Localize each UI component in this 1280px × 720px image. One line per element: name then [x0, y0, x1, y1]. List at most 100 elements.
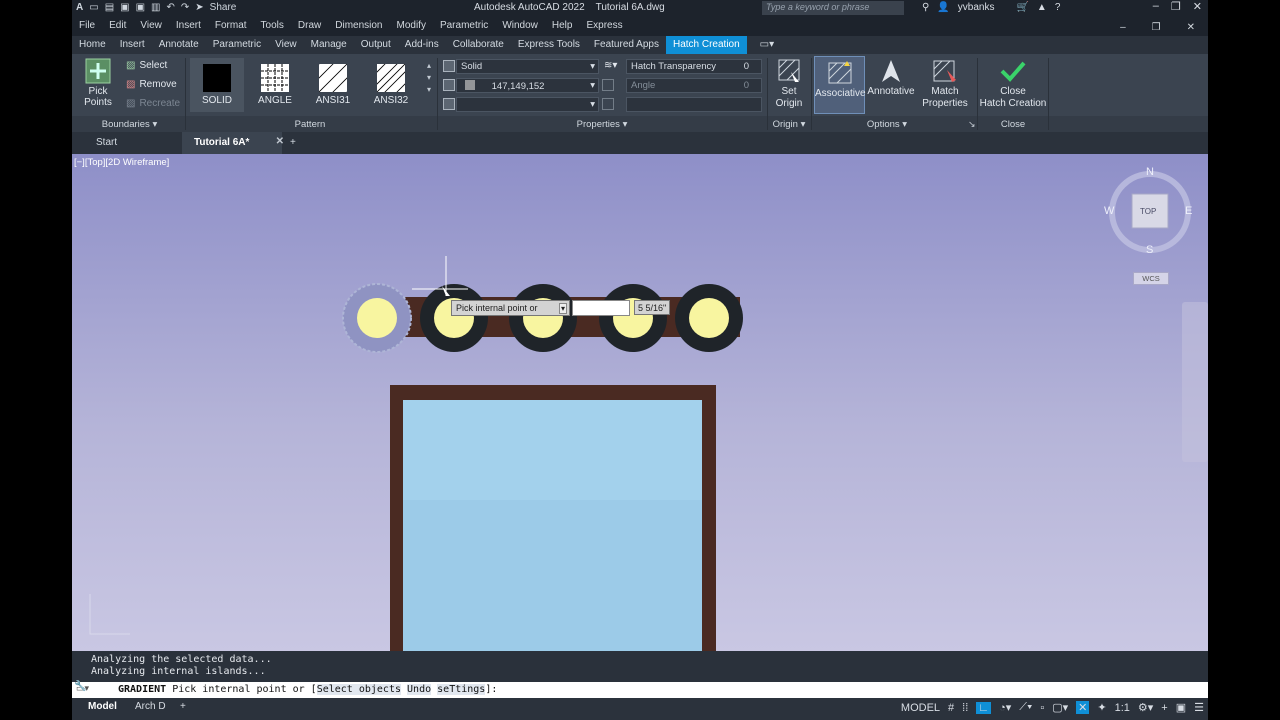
pattern-ansi31[interactable]: ANSI31 — [306, 58, 360, 112]
grid-icon[interactable]: # — [948, 702, 954, 714]
autocad-logo-icon[interactable]: A — [76, 2, 83, 13]
settings-icon[interactable]: ⚙▾ — [1138, 701, 1153, 714]
ribbon-options-icon[interactable]: ▭▾ — [753, 36, 781, 54]
viewcube-west[interactable]: W — [1104, 205, 1114, 217]
tab-output[interactable]: Output — [354, 36, 398, 54]
options-launcher-icon[interactable]: ↘ — [968, 119, 976, 130]
tab-add-ins[interactable]: Add-ins — [398, 36, 446, 54]
snap-icon[interactable]: ⁞⁞ — [962, 702, 968, 714]
search-input[interactable]: Type a keyword or phrase — [762, 1, 904, 15]
panel-title-boundaries[interactable]: Boundaries ▾ — [82, 119, 177, 130]
menu-draw[interactable]: Draw — [291, 17, 328, 36]
command-line-input[interactable]: GRADIENT Pick internal point or [Select … — [72, 682, 1208, 698]
triangle-icon[interactable]: ▲ — [1037, 2, 1047, 13]
option-select-objects[interactable]: Select objects — [316, 684, 401, 695]
tab-manage[interactable]: Manage — [304, 36, 354, 54]
close-hatch-creation-button[interactable]: Close Hatch Creation — [978, 58, 1048, 110]
annotation-visibility-icon[interactable]: ✦ — [1097, 701, 1106, 714]
set-origin-button[interactable]: Set Origin — [770, 58, 808, 110]
restore-icon[interactable]: ❐ — [1171, 0, 1181, 13]
plus-icon[interactable]: + — [1161, 702, 1167, 714]
tab-parametric[interactable]: Parametric — [206, 36, 268, 54]
tab-current-document[interactable]: Tutorial 6A* ✕ — [182, 132, 284, 154]
tab-home[interactable]: Home — [72, 36, 113, 54]
tab-annotate[interactable]: Annotate — [152, 36, 206, 54]
wrench-icon[interactable]: 🔧 — [74, 681, 86, 692]
background-color-dropdown[interactable]: ▾ — [456, 97, 599, 112]
match-properties-button[interactable]: Match Properties — [918, 58, 972, 110]
annotation-icon[interactable]: ✕ — [1076, 701, 1090, 714]
angle-field[interactable]: Angle 0 — [626, 78, 762, 93]
model-space-button[interactable]: MODEL — [901, 702, 940, 714]
save-as-icon[interactable]: ▣ — [136, 2, 145, 13]
circle-4[interactable] — [599, 284, 667, 352]
help-icon[interactable]: ? — [1055, 2, 1061, 13]
annotative-button[interactable]: Annotative — [866, 58, 916, 97]
dynamic-input-field[interactable] — [572, 300, 630, 316]
panel-title-properties[interactable]: Properties ▾ — [442, 119, 762, 130]
menu-express[interactable]: Express — [579, 17, 629, 36]
open-file-icon[interactable]: ▤ — [105, 2, 114, 13]
new-file-icon[interactable]: ▭ — [89, 2, 98, 13]
tab-view[interactable]: View — [268, 36, 304, 54]
doc-close-icon[interactable]: ✕ — [1180, 19, 1202, 36]
tab-model[interactable]: Model — [88, 701, 117, 712]
wcs-menu[interactable]: WCS — [1133, 272, 1169, 285]
doc-restore-icon[interactable]: ❐ — [1145, 19, 1168, 36]
menu-view[interactable]: View — [133, 17, 169, 36]
hatch-type-dropdown[interactable]: Solid ▾ — [456, 59, 599, 74]
option-undo[interactable]: Undo — [407, 684, 432, 695]
panel-title-options[interactable]: Options ▾ — [852, 119, 922, 130]
new-tab-icon[interactable]: + — [278, 132, 308, 154]
tab-collaborate[interactable]: Collaborate — [446, 36, 511, 54]
pattern-ansi32[interactable]: ANSI32 — [364, 58, 418, 112]
minimize-icon[interactable]: – — [1153, 0, 1159, 13]
user-name[interactable]: yvbanks — [958, 2, 995, 13]
close-icon[interactable]: ✕ — [1193, 0, 1202, 13]
cart-icon[interactable]: 🛒 — [1016, 2, 1028, 13]
pick-points-button[interactable]: Pick Points — [75, 58, 121, 108]
circle-1[interactable] — [342, 283, 412, 353]
tab-start[interactable]: Start — [84, 132, 129, 154]
panel-title-origin[interactable]: Origin ▾ — [770, 119, 808, 130]
viewcube-east[interactable]: E — [1185, 205, 1192, 217]
share-icon[interactable]: ➤ — [195, 2, 203, 13]
associative-button[interactable]: Associative — [814, 56, 866, 114]
pattern-solid[interactable]: SOLID — [190, 58, 244, 112]
navigation-bar[interactable] — [1182, 302, 1208, 462]
menu-icon[interactable]: ☰ — [1194, 701, 1204, 714]
save-icon[interactable]: ▣ — [120, 2, 129, 13]
tab-layout-arch-d[interactable]: Arch D — [135, 701, 166, 712]
ortho-icon[interactable]: ∟ — [976, 701, 992, 714]
menu-help[interactable]: Help — [545, 17, 580, 36]
menu-dimension[interactable]: Dimension — [328, 17, 389, 36]
circle-3[interactable] — [509, 284, 577, 352]
annotation-scale-button[interactable]: 1:1 — [1115, 702, 1130, 714]
doc-minimize-icon[interactable]: – — [1113, 19, 1133, 36]
menu-file[interactable]: File — [72, 17, 102, 36]
tab-insert[interactable]: Insert — [113, 36, 152, 54]
tab-featured-apps[interactable]: Featured Apps — [587, 36, 666, 54]
circle-2[interactable] — [420, 284, 488, 352]
circle-5[interactable] — [675, 284, 743, 352]
user-icon[interactable]: 👤 — [937, 2, 949, 13]
viewcube-north[interactable]: N — [1146, 166, 1154, 178]
scale-field[interactable] — [626, 97, 762, 112]
viewcube-south[interactable]: S — [1146, 244, 1153, 256]
down-arrow-icon[interactable]: ▾ — [558, 303, 567, 314]
pattern-angle[interactable]: ANGLE — [248, 58, 302, 112]
recreate-button[interactable]: ▨ Recreate — [126, 98, 180, 109]
menu-tools[interactable]: Tools — [254, 17, 291, 36]
tab-hatch-creation[interactable]: Hatch Creation — [665, 36, 747, 54]
polar-icon[interactable]: ◔▾ — [999, 701, 1011, 714]
menu-modify[interactable]: Modify — [390, 17, 433, 36]
menu-insert[interactable]: Insert — [169, 17, 208, 36]
menu-window[interactable]: Window — [495, 17, 545, 36]
option-settings[interactable]: seTtings — [437, 684, 486, 695]
menu-parametric[interactable]: Parametric — [433, 17, 495, 36]
redo-icon[interactable]: ↷ — [181, 2, 189, 13]
remove-button[interactable]: ▨ Remove — [126, 79, 177, 90]
menu-format[interactable]: Format — [208, 17, 254, 36]
viewcube-top-label[interactable]: TOP — [1140, 207, 1156, 216]
share-label[interactable]: Share — [210, 2, 237, 13]
